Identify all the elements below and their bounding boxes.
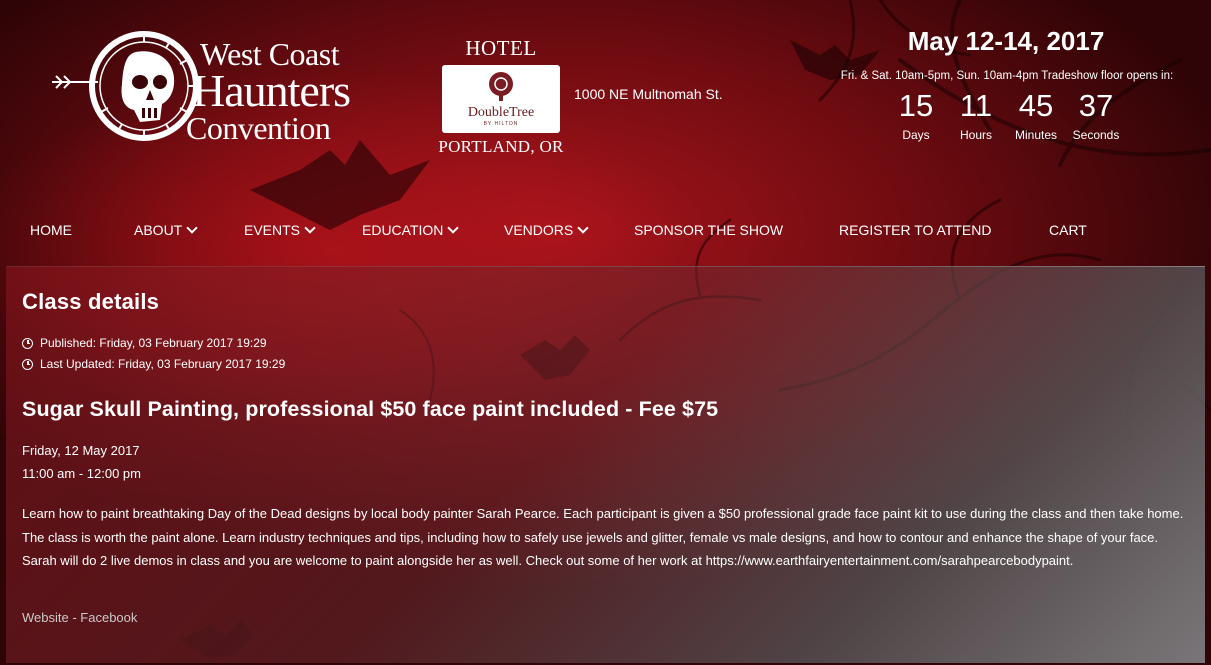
external-links: Website - Facebook — [22, 610, 137, 625]
chevron-down-icon — [577, 222, 589, 234]
class-description: Learn how to paint breathtaking Day of t… — [22, 506, 1184, 568]
nav-label: ABOUT — [134, 222, 183, 238]
nav-cart[interactable]: CART — [1049, 222, 1087, 238]
event-date: May 12-14, 2017 — [907, 26, 1105, 56]
nav-label: CART — [1049, 222, 1087, 238]
doubletree-logo[interactable]: DoubleTree BY HILTON — [442, 65, 560, 133]
hotel-brand-sub: BY HILTON — [483, 121, 519, 127]
chevron-down-icon — [186, 222, 198, 234]
nav-events[interactable]: EVENTS — [244, 222, 316, 238]
class-title: Sugar Skull Painting, professional $50 f… — [22, 397, 719, 421]
nav-label: VENDORS — [504, 222, 574, 238]
countdown-value: 15 — [898, 88, 934, 123]
countdown-hours: 11 Hours — [946, 88, 1006, 142]
hotel-label: HOTEL — [465, 36, 537, 60]
countdown-timer: 15 Days 11 Hours 45 Minutes 37 Seconds — [886, 88, 1126, 142]
logo-text: West Coast Haunters Convention — [186, 38, 351, 144]
nav-sponsor[interactable]: SPONSOR THE SHOW — [634, 222, 783, 238]
countdown-label: Seconds — [1072, 128, 1120, 142]
logo-line-1: West Coast — [200, 36, 340, 72]
logo-line-3: Convention — [186, 110, 331, 146]
nav-vendors[interactable]: VENDORS — [504, 222, 589, 238]
countdown-label: Hours — [959, 128, 992, 142]
countdown-minutes: 45 Minutes — [1006, 88, 1066, 142]
page-title: Class details — [22, 289, 160, 314]
hotel-city: PORTLAND, OR — [438, 137, 564, 156]
published-info: Published: Friday, 03 February 2017 19:2… — [22, 336, 267, 350]
main-nav: HOME ABOUT EVENTS EDUCATION VENDORS SPON… — [0, 214, 1211, 250]
nav-label: HOME — [30, 222, 72, 238]
logo-line-2: Haunters — [192, 65, 351, 116]
site-logo[interactable]: West Coast Haunters Convention — [52, 24, 352, 144]
nav-label: REGISTER TO ATTEND — [839, 222, 992, 238]
clock-icon — [22, 358, 33, 370]
link-separator: - — [68, 610, 81, 625]
chevron-down-icon — [304, 222, 316, 234]
countdown-value: 11 — [959, 88, 993, 123]
nav-education[interactable]: EDUCATION — [362, 222, 460, 238]
nav-about[interactable]: ABOUT — [134, 222, 198, 238]
updated-text: Last Updated: Friday, 03 February 2017 1… — [40, 357, 286, 371]
skull-compass-icon — [52, 31, 199, 141]
hotel-brand: DoubleTree — [467, 105, 535, 120]
published-text: Published: Friday, 03 February 2017 19:2… — [40, 336, 267, 350]
countdown-label: Days — [902, 128, 930, 142]
countdown-value: 45 — [1018, 88, 1054, 123]
countdown-days: 15 Days — [886, 88, 946, 142]
countdown-label: Minutes — [1014, 128, 1058, 142]
updated-info: Last Updated: Friday, 03 February 2017 1… — [22, 357, 285, 371]
content-panel: Class details Published: Friday, 03 Febr… — [6, 266, 1205, 663]
nav-register[interactable]: REGISTER TO ATTEND — [839, 222, 991, 238]
class-date: Friday, 12 May 2017 — [22, 443, 140, 458]
class-time: 11:00 am - 12:00 pm — [22, 466, 141, 481]
countdown-seconds: 37 Seconds — [1066, 88, 1126, 142]
hotel-block: HOTEL DoubleTree BY HILTON PORTLAND, OR — [436, 36, 566, 157]
nav-label: EVENTS — [244, 222, 301, 238]
tree-icon — [489, 72, 513, 101]
countdown-value: 37 — [1078, 88, 1114, 123]
nav-home[interactable]: HOME — [30, 222, 72, 238]
nav-label: SPONSOR THE SHOW — [634, 222, 784, 238]
website-link[interactable]: Website — [22, 610, 69, 625]
nav-label: EDUCATION — [362, 222, 444, 238]
event-hours: Fri. & Sat. 10am-5pm, Sun. 10am-4pm Trad… — [840, 70, 1174, 82]
chevron-down-icon — [447, 222, 460, 234]
clock-icon — [22, 337, 33, 349]
facebook-link[interactable]: Facebook — [80, 610, 137, 625]
hotel-address: 1000 NE Multnomah St. — [574, 86, 723, 102]
